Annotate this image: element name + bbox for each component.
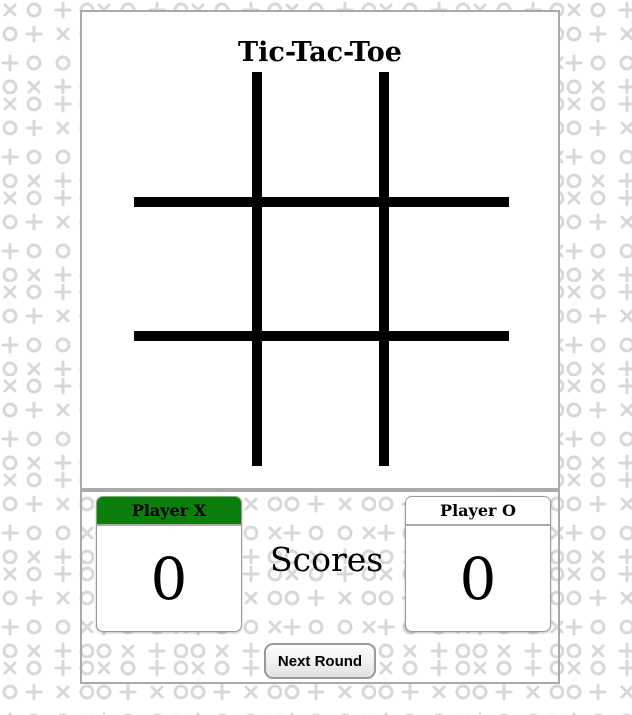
player-o-score: 0 [459, 545, 497, 613]
board-cell-6[interactable] [389, 207, 509, 331]
game-title: Tic-Tac-Toe [238, 37, 402, 68]
player-o-label: Player O [406, 497, 550, 526]
player-x-label: Player X [97, 497, 241, 526]
board-cell-2[interactable] [262, 72, 379, 197]
score-panel: Player X 0 Scores Player O 0 Next Round [80, 490, 560, 684]
game-board [82, 12, 558, 488]
game-panel: Tic-Tac-Toe [80, 10, 560, 490]
grid-line-horizontal-top [134, 197, 509, 207]
board-cell-3[interactable] [389, 72, 509, 197]
board-cell-9[interactable] [389, 341, 509, 466]
grid-line-vertical-right [379, 72, 389, 466]
board-cell-4[interactable] [134, 207, 252, 331]
player-x-score: 0 [150, 545, 188, 613]
board-cell-8[interactable] [262, 341, 379, 466]
grid-line-horizontal-bottom [134, 331, 509, 341]
scores-label: Scores [270, 540, 384, 579]
board-cell-1[interactable] [134, 72, 252, 197]
player-o-card: Player O 0 [405, 496, 551, 632]
board-cell-7[interactable] [134, 341, 252, 466]
next-round-button[interactable]: Next Round [264, 643, 376, 679]
grid-line-vertical-left [252, 72, 262, 466]
player-x-card: Player X 0 [96, 496, 242, 632]
board-cell-5[interactable] [262, 207, 379, 331]
